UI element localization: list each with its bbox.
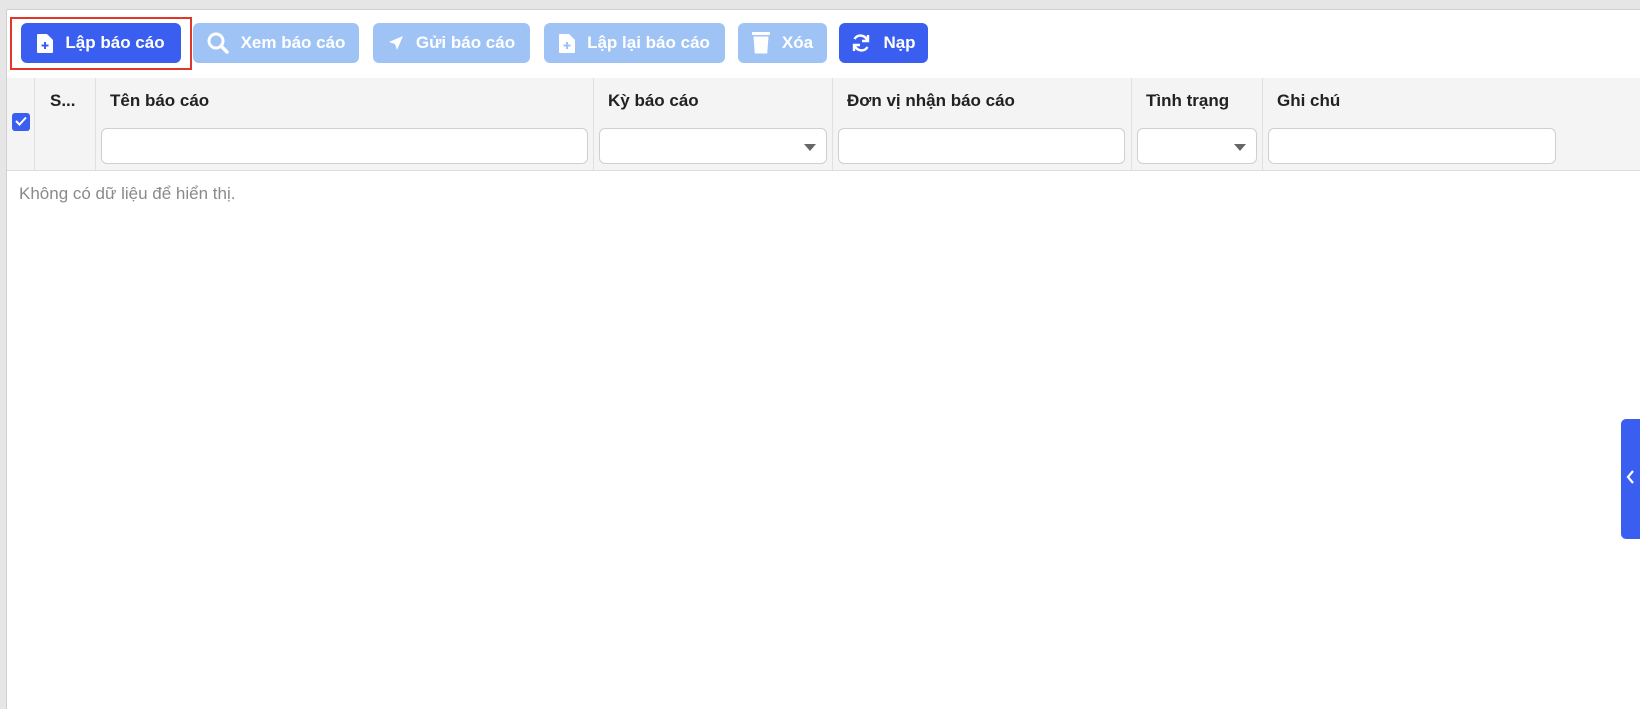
status-filter-select[interactable]: [1137, 128, 1257, 164]
create-report-label: Lập báo cáo: [65, 33, 165, 52]
receiving-unit-filter-input[interactable]: [838, 128, 1125, 164]
send-report-label: Gửi báo cáo: [415, 33, 516, 52]
column-divider: [1262, 78, 1263, 170]
empty-table-message: Không có dữ liệu để hiển thị.: [19, 184, 236, 203]
recreate-report-label: Lập lại báo cáo: [587, 33, 710, 52]
reload-button[interactable]: Nạp: [839, 23, 928, 63]
note-filter-input[interactable]: [1268, 128, 1556, 164]
reload-label: Nạp: [883, 33, 916, 52]
column-header-receiving-unit[interactable]: Đơn vị nhận báo cáo: [847, 78, 1117, 123]
search-icon: [207, 32, 229, 54]
column-header-report-period[interactable]: Kỳ báo cáo: [608, 78, 818, 123]
side-panel-toggle[interactable]: [1621, 419, 1640, 539]
column-divider: [95, 78, 96, 170]
select-all-checkbox[interactable]: [12, 113, 30, 131]
column-divider: [832, 78, 833, 170]
report-name-filter-input[interactable]: [101, 128, 588, 164]
delete-button[interactable]: Xóa: [738, 23, 827, 63]
view-report-button[interactable]: Xem báo cáo: [193, 23, 359, 63]
trash-icon: [751, 32, 770, 54]
column-header-stt[interactable]: S...: [50, 78, 90, 123]
create-report-button[interactable]: Lập báo cáo: [21, 23, 181, 63]
column-header-status[interactable]: Tình trạng: [1146, 78, 1256, 123]
column-divider: [1131, 78, 1132, 170]
toolbar: Lập báo cáo Xem báo cáo Gửi báo cáo Lập …: [7, 10, 1640, 78]
column-header-report-name[interactable]: Tên báo cáo: [110, 78, 580, 123]
send-icon: [388, 35, 404, 51]
report-panel: Lập báo cáo Xem báo cáo Gửi báo cáo Lập …: [6, 9, 1640, 709]
chevron-down-icon: [1234, 144, 1246, 151]
send-report-button[interactable]: Gửi báo cáo: [373, 23, 530, 63]
add-document-icon: [37, 33, 54, 53]
chevron-left-icon: [1626, 469, 1635, 489]
copy-document-icon: [559, 33, 576, 53]
view-report-label: Xem báo cáo: [240, 33, 346, 52]
refresh-icon: [851, 33, 871, 53]
check-icon: [15, 113, 27, 131]
chevron-down-icon: [804, 144, 816, 151]
report-period-filter-select[interactable]: [599, 128, 827, 164]
column-header-note[interactable]: Ghi chú: [1277, 78, 1577, 123]
delete-label: Xóa: [781, 33, 814, 52]
column-divider: [593, 78, 594, 170]
recreate-report-button[interactable]: Lập lại báo cáo: [544, 23, 725, 63]
column-divider: [34, 78, 35, 170]
report-table: S... Tên báo cáo Kỳ báo cáo Đơn vị nhận …: [7, 78, 1640, 178]
